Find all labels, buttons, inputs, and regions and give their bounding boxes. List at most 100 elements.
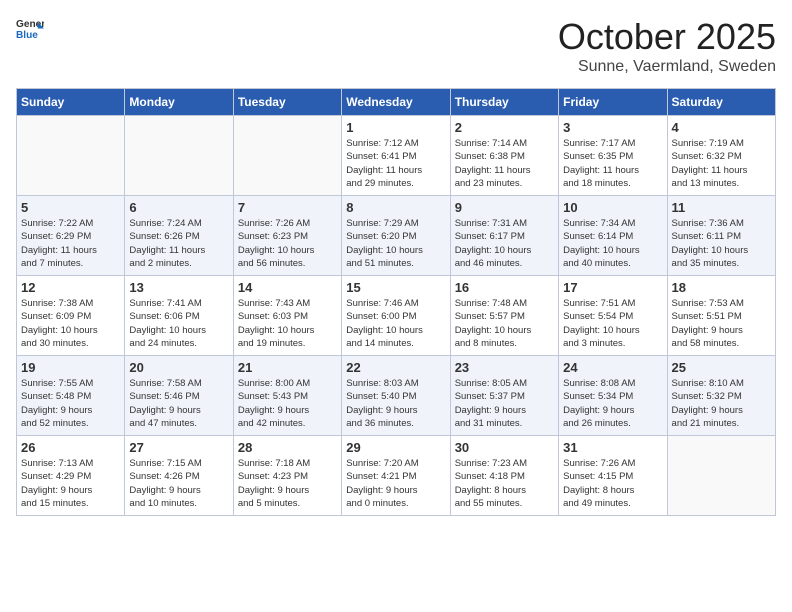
day-number: 8 [346, 200, 445, 215]
day-number: 16 [455, 280, 554, 295]
day-number: 10 [563, 200, 662, 215]
calendar-cell: 31 Sunrise: 7:26 AM Sunset: 4:15 PM Dayli… [559, 436, 667, 516]
calendar-cell: 22 Sunrise: 8:03 AM Sunset: 5:40 PM Dayli… [342, 356, 450, 436]
day-number: 5 [21, 200, 120, 215]
day-info: Sunrise: 7:38 AM Sunset: 6:09 PM Dayligh… [21, 297, 120, 350]
day-info: Sunrise: 8:00 AM Sunset: 5:43 PM Dayligh… [238, 377, 337, 430]
day-info: Sunrise: 7:51 AM Sunset: 5:54 PM Dayligh… [563, 297, 662, 350]
calendar-cell: 4Sunrise: 7:19 AM Sunset: 6:32 PM Daylig… [667, 116, 775, 196]
calendar-cell: 29 Sunrise: 7:20 AM Sunset: 4:21 PM Dayli… [342, 436, 450, 516]
day-info: Sunrise: 8:08 AM Sunset: 5:34 PM Dayligh… [563, 377, 662, 430]
calendar-cell: 27Sunrise: 7:15 AM Sunset: 4:26 PM Dayli… [125, 436, 233, 516]
day-info: Sunrise: 7:12 AM Sunset: 6:41 PM Dayligh… [346, 137, 445, 190]
calendar-cell: 24 Sunrise: 8:08 AM Sunset: 5:34 PM Dayli… [559, 356, 667, 436]
day-info: Sunrise: 7:46 AM Sunset: 6:00 PM Dayligh… [346, 297, 445, 350]
day-info: Sunrise: 7:34 AM Sunset: 6:14 PM Dayligh… [563, 217, 662, 270]
day-number: 22 [346, 360, 445, 375]
day-info: Sunrise: 7:26 AM Sunset: 4:15 PM Dayligh… [563, 457, 662, 510]
day-info: Sunrise: 7:26 AM Sunset: 6:23 PM Dayligh… [238, 217, 337, 270]
day-number: 15 [346, 280, 445, 295]
day-info: Sunrise: 7:43 AM Sunset: 6:03 PM Dayligh… [238, 297, 337, 350]
day-info: Sunrise: 7:53 AM Sunset: 5:51 PM Dayligh… [672, 297, 771, 350]
calendar-cell: 5Sunrise: 7:22 AM Sunset: 6:29 PM Daylig… [17, 196, 125, 276]
day-info: Sunrise: 7:14 AM Sunset: 6:38 PM Dayligh… [455, 137, 554, 190]
calendar-week-row: 19 Sunrise: 7:55 AM Sunset: 5:48 PM Dayli… [17, 356, 776, 436]
calendar-cell: 13 Sunrise: 7:41 AM Sunset: 6:06 PM Dayli… [125, 276, 233, 356]
calendar-cell: 19 Sunrise: 7:55 AM Sunset: 5:48 PM Dayli… [17, 356, 125, 436]
logo: General Blue [16, 16, 44, 44]
day-info: Sunrise: 7:23 AM Sunset: 4:18 PM Dayligh… [455, 457, 554, 510]
day-number: 2 [455, 120, 554, 135]
day-number: 28 [238, 440, 337, 455]
calendar-cell: 2 Sunrise: 7:14 AM Sunset: 6:38 PM Daylig… [450, 116, 558, 196]
day-number: 30 [455, 440, 554, 455]
day-number: 21 [238, 360, 337, 375]
calendar-cell: 3Sunrise: 7:17 AM Sunset: 6:35 PM Daylig… [559, 116, 667, 196]
logo-icon: General Blue [16, 16, 44, 44]
calendar-cell: 7Sunrise: 7:26 AM Sunset: 6:23 PM Daylig… [233, 196, 341, 276]
day-info: Sunrise: 7:41 AM Sunset: 6:06 PM Dayligh… [129, 297, 228, 350]
day-number: 13 [129, 280, 228, 295]
calendar-cell: 28 Sunrise: 7:18 AM Sunset: 4:23 PM Dayli… [233, 436, 341, 516]
calendar-cell: 23 Sunrise: 8:05 AM Sunset: 5:37 PM Dayli… [450, 356, 558, 436]
calendar-cell: 25 Sunrise: 8:10 AM Sunset: 5:32 PM Dayli… [667, 356, 775, 436]
calendar-cell: 26Sunrise: 7:13 AM Sunset: 4:29 PM Dayli… [17, 436, 125, 516]
header: General Blue October 2025 Sunne, Vaermla… [16, 16, 776, 76]
calendar-cell: 1 Sunrise: 7:12 AM Sunset: 6:41 PM Daylig… [342, 116, 450, 196]
calendar-cell: 20 Sunrise: 7:58 AM Sunset: 5:46 PM Dayli… [125, 356, 233, 436]
calendar-week-row: 12 Sunrise: 7:38 AM Sunset: 6:09 PM Dayli… [17, 276, 776, 356]
day-of-week-row: SundayMondayTuesdayWednesdayThursdayFrid… [17, 89, 776, 116]
day-number: 29 [346, 440, 445, 455]
day-number: 3 [563, 120, 662, 135]
day-info: Sunrise: 7:13 AM Sunset: 4:29 PM Dayligh… [21, 457, 120, 510]
calendar-body: 1 Sunrise: 7:12 AM Sunset: 6:41 PM Daylig… [17, 116, 776, 516]
day-number: 20 [129, 360, 228, 375]
calendar-cell [125, 116, 233, 196]
day-info: Sunrise: 8:10 AM Sunset: 5:32 PM Dayligh… [672, 377, 771, 430]
day-info: Sunrise: 7:24 AM Sunset: 6:26 PM Dayligh… [129, 217, 228, 270]
calendar-cell: 9 Sunrise: 7:31 AM Sunset: 6:17 PM Daylig… [450, 196, 558, 276]
calendar-cell: 15 Sunrise: 7:46 AM Sunset: 6:00 PM Dayli… [342, 276, 450, 356]
day-info: Sunrise: 7:29 AM Sunset: 6:20 PM Dayligh… [346, 217, 445, 270]
calendar-cell: 12 Sunrise: 7:38 AM Sunset: 6:09 PM Dayli… [17, 276, 125, 356]
day-number: 24 [563, 360, 662, 375]
day-number: 12 [21, 280, 120, 295]
day-info: Sunrise: 8:05 AM Sunset: 5:37 PM Dayligh… [455, 377, 554, 430]
day-number: 25 [672, 360, 771, 375]
day-number: 9 [455, 200, 554, 215]
calendar-cell: 30 Sunrise: 7:23 AM Sunset: 4:18 PM Dayli… [450, 436, 558, 516]
calendar-cell: 10 Sunrise: 7:34 AM Sunset: 6:14 PM Dayli… [559, 196, 667, 276]
dow-header: Sunday [17, 89, 125, 116]
day-info: Sunrise: 7:58 AM Sunset: 5:46 PM Dayligh… [129, 377, 228, 430]
day-number: 4 [672, 120, 771, 135]
day-info: Sunrise: 7:31 AM Sunset: 6:17 PM Dayligh… [455, 217, 554, 270]
day-info: Sunrise: 7:18 AM Sunset: 4:23 PM Dayligh… [238, 457, 337, 510]
dow-header: Wednesday [342, 89, 450, 116]
calendar-week-row: 1 Sunrise: 7:12 AM Sunset: 6:41 PM Daylig… [17, 116, 776, 196]
day-number: 19 [21, 360, 120, 375]
day-number: 18 [672, 280, 771, 295]
calendar-week-row: 26Sunrise: 7:13 AM Sunset: 4:29 PM Dayli… [17, 436, 776, 516]
day-info: Sunrise: 7:55 AM Sunset: 5:48 PM Dayligh… [21, 377, 120, 430]
subtitle: Sunne, Vaermland, Sweden [558, 58, 776, 76]
calendar-cell [233, 116, 341, 196]
day-info: Sunrise: 7:20 AM Sunset: 4:21 PM Dayligh… [346, 457, 445, 510]
day-number: 1 [346, 120, 445, 135]
calendar-cell: 6Sunrise: 7:24 AM Sunset: 6:26 PM Daylig… [125, 196, 233, 276]
day-number: 14 [238, 280, 337, 295]
dow-header: Tuesday [233, 89, 341, 116]
dow-header: Monday [125, 89, 233, 116]
day-number: 27 [129, 440, 228, 455]
calendar-cell: 21 Sunrise: 8:00 AM Sunset: 5:43 PM Dayli… [233, 356, 341, 436]
calendar-cell: 18 Sunrise: 7:53 AM Sunset: 5:51 PM Dayli… [667, 276, 775, 356]
day-number: 17 [563, 280, 662, 295]
day-number: 11 [672, 200, 771, 215]
title-area: October 2025 Sunne, Vaermland, Sweden [558, 16, 776, 76]
day-number: 31 [563, 440, 662, 455]
dow-header: Saturday [667, 89, 775, 116]
day-number: 23 [455, 360, 554, 375]
dow-header: Thursday [450, 89, 558, 116]
calendar-cell [17, 116, 125, 196]
day-info: Sunrise: 8:03 AM Sunset: 5:40 PM Dayligh… [346, 377, 445, 430]
day-info: Sunrise: 7:36 AM Sunset: 6:11 PM Dayligh… [672, 217, 771, 270]
